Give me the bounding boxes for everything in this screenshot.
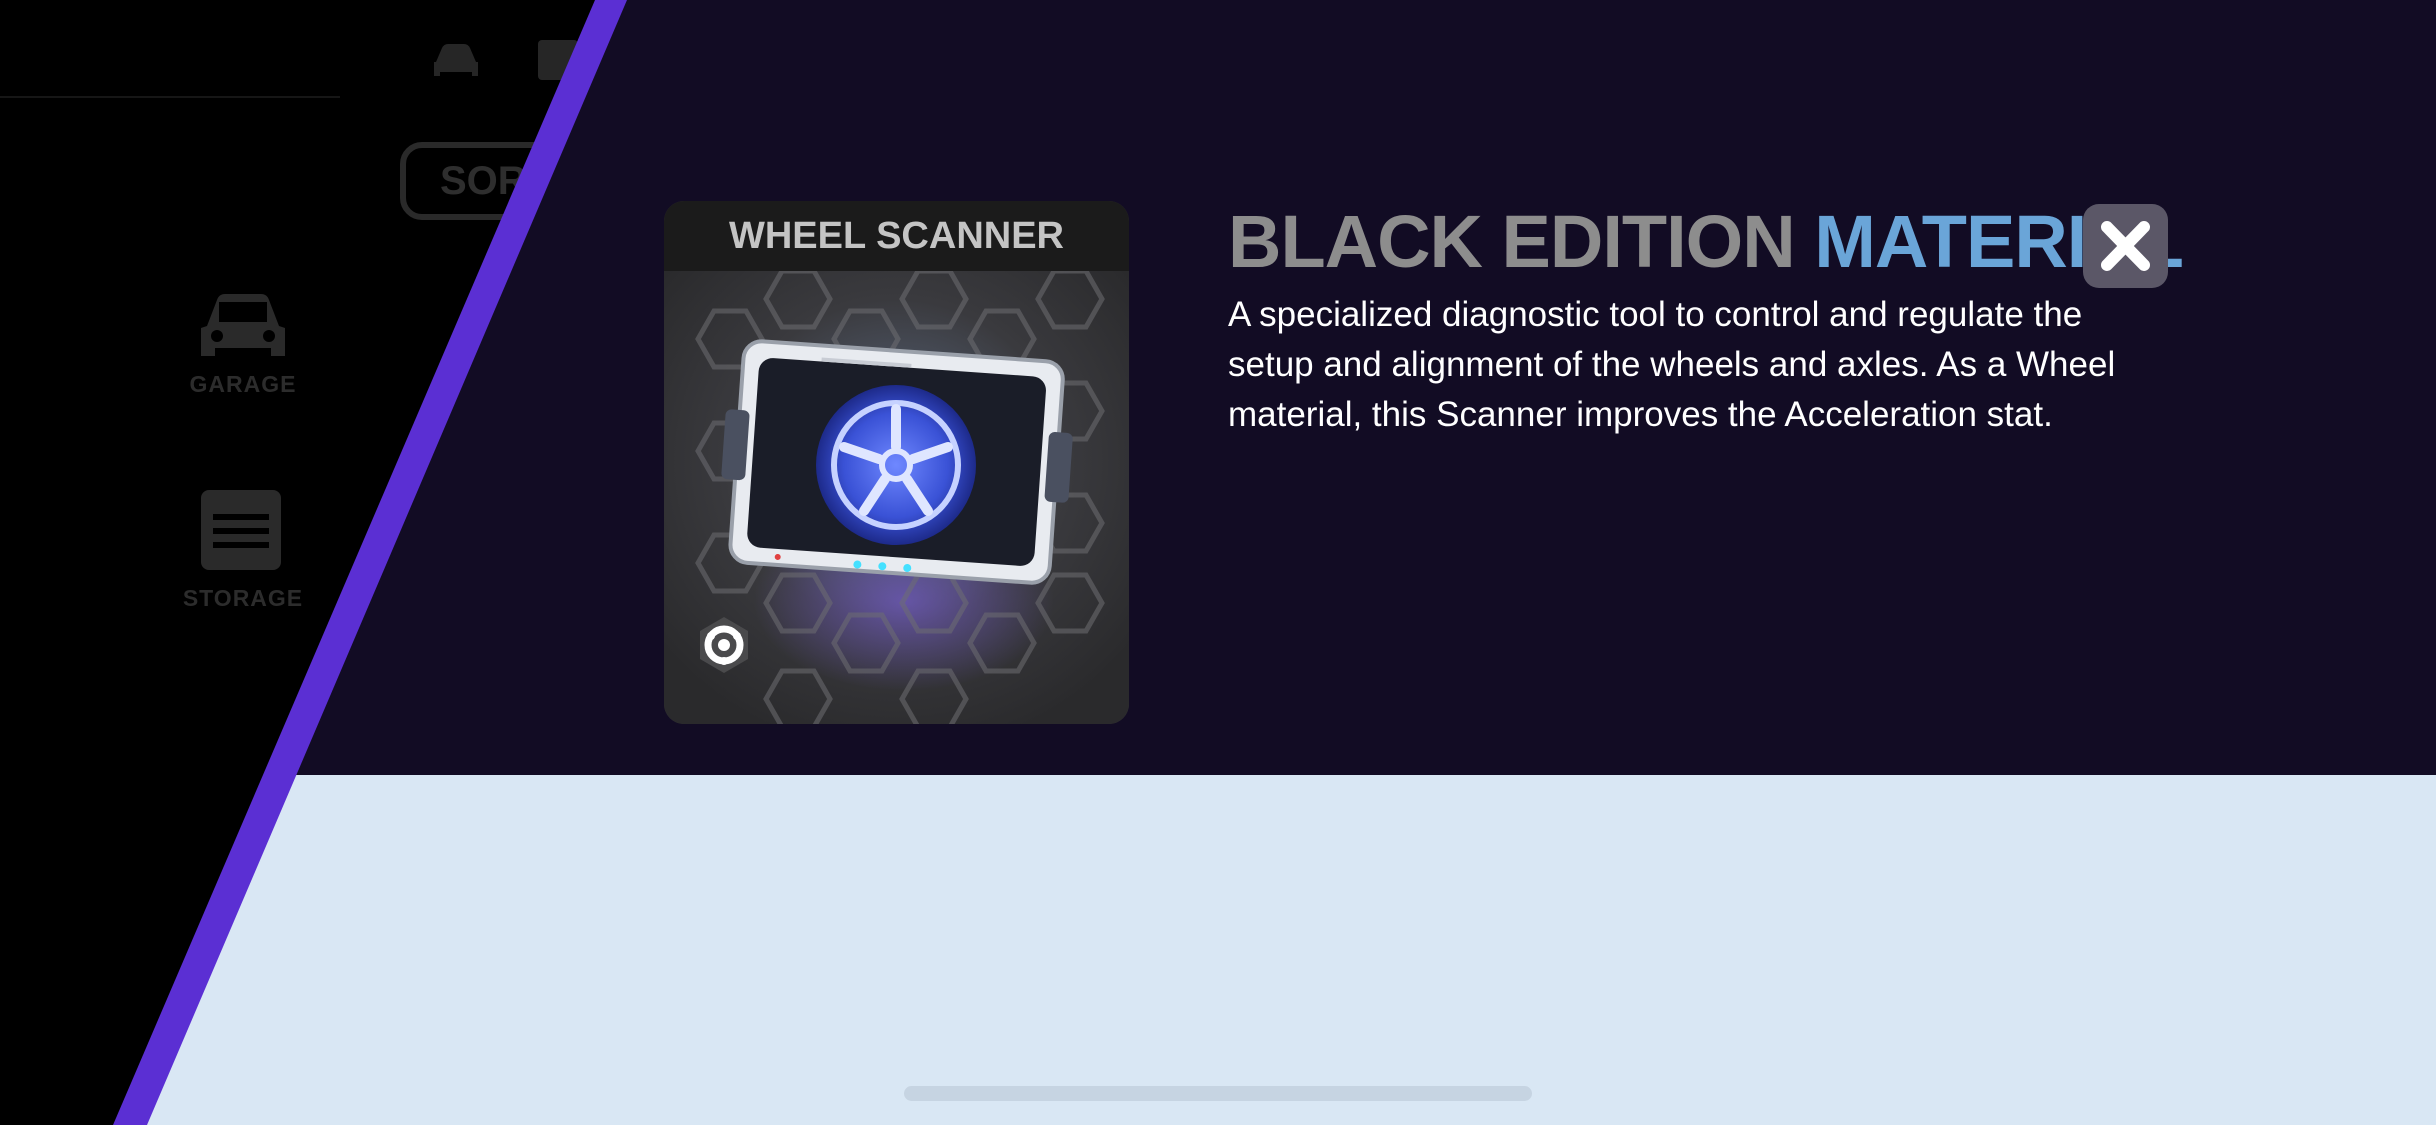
close-button[interactable]	[2083, 204, 2168, 288]
wheel-scanner-icon	[664, 271, 1129, 724]
home-indicator[interactable]	[904, 1086, 1532, 1101]
accent-stripe	[113, 0, 627, 1125]
item-card: WHEEL SCANNER	[664, 201, 1129, 724]
item-title: BLACK EDITION MATERIAL	[1228, 200, 2184, 284]
screen: SORT GARAGE STORAGE WHEEL SCANNER BLACK …	[0, 0, 2436, 1125]
title-prefix: BLACK EDITION	[1228, 200, 1796, 283]
close-icon	[2101, 221, 2150, 271]
item-description: A specialized diagnostic tool to control…	[1228, 295, 2116, 434]
item-card-title: WHEEL SCANNER	[664, 201, 1129, 271]
